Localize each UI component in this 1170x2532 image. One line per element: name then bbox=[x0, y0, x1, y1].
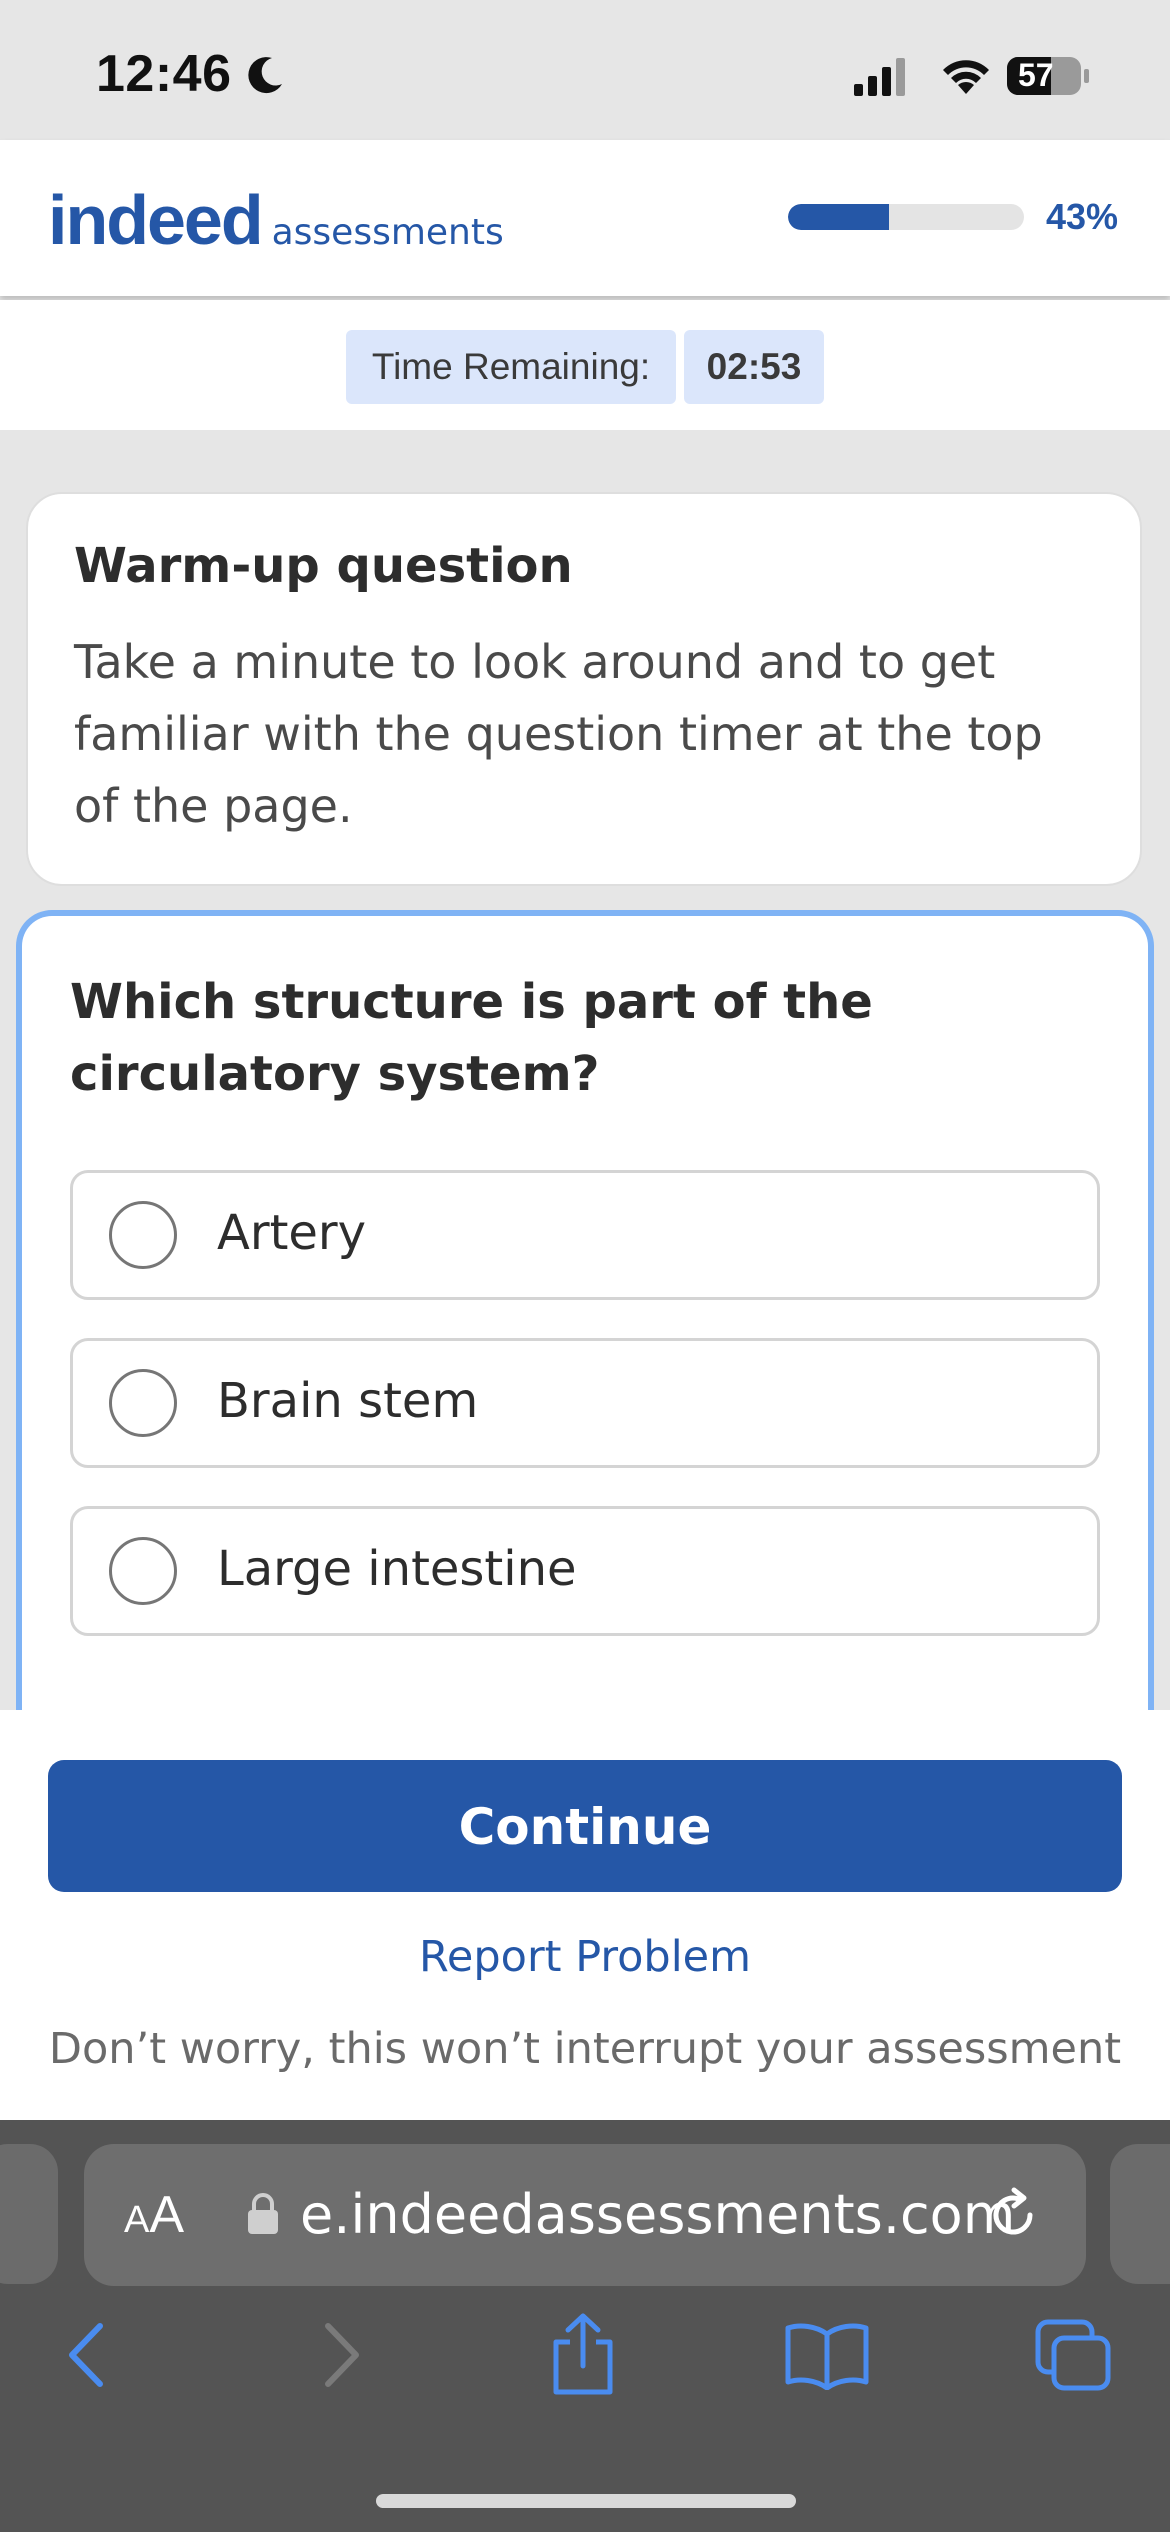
forward-icon[interactable] bbox=[316, 2320, 366, 2390]
reload-icon[interactable] bbox=[984, 2186, 1042, 2244]
option-label: Brain stem bbox=[217, 1373, 479, 1429]
timer-value: 02:53 bbox=[684, 330, 824, 404]
report-problem-link[interactable]: Report Problem bbox=[0, 1932, 1170, 1982]
question-text: Which structure is part of the circulato… bbox=[70, 974, 873, 1102]
aa-small-letter: A bbox=[124, 2199, 150, 2241]
radio-button[interactable] bbox=[109, 1537, 177, 1605]
home-indicator bbox=[376, 2494, 796, 2508]
browser-chrome: AA e.indeedassessments.com bbox=[0, 2120, 1170, 2532]
answer-option-brain-stem[interactable]: Brain stem bbox=[70, 1338, 1100, 1468]
app-header: indeed assessments 43% bbox=[0, 140, 1170, 296]
answer-option-artery[interactable]: Artery bbox=[70, 1170, 1100, 1300]
reader-settings-button[interactable]: AA bbox=[124, 2144, 184, 2286]
share-icon[interactable] bbox=[548, 2312, 618, 2396]
tabs-icon[interactable] bbox=[1034, 2318, 1114, 2394]
moon-icon bbox=[248, 57, 282, 94]
status-bar: 12:46 57 bbox=[0, 0, 1170, 140]
wifi-icon bbox=[943, 60, 989, 94]
radio-button[interactable] bbox=[109, 1201, 177, 1269]
next-tab-preview[interactable] bbox=[1110, 2144, 1170, 2284]
option-label: Artery bbox=[217, 1205, 367, 1261]
continue-button[interactable]: Continue bbox=[48, 1760, 1122, 1892]
status-time: 12:46 bbox=[96, 45, 232, 103]
address-bar[interactable]: AA e.indeedassessments.com bbox=[84, 2144, 1086, 2286]
action-area: Continue Report Problem Don’t worry, thi… bbox=[0, 1710, 1170, 2120]
aa-large-letter: A bbox=[149, 2186, 185, 2244]
radio-button[interactable] bbox=[109, 1369, 177, 1437]
progress-bar bbox=[788, 204, 1024, 230]
previous-tab-preview[interactable] bbox=[0, 2144, 58, 2284]
progress-bar-fill bbox=[788, 204, 890, 230]
indeed-logo[interactable]: indeed assessments bbox=[48, 180, 504, 260]
timer-strip: Time Remaining: 02:53 bbox=[0, 300, 1170, 430]
warmup-description: Take a minute to look around and to get … bbox=[74, 635, 1043, 833]
answer-option-large-intestine[interactable]: Large intestine bbox=[70, 1506, 1100, 1636]
lock-icon bbox=[248, 2193, 278, 2234]
logo-sub-text: assessments bbox=[271, 212, 504, 253]
warmup-title: Warm-up question bbox=[74, 538, 573, 594]
question-card: Which structure is part of the circulato… bbox=[16, 910, 1154, 1710]
back-icon[interactable] bbox=[62, 2320, 112, 2390]
reassurance-text: Don’t worry, this won’t interrupt your a… bbox=[48, 2024, 1122, 2074]
logo-main-text: indeed bbox=[48, 181, 264, 259]
bookmarks-icon[interactable] bbox=[784, 2320, 870, 2390]
signal-icon bbox=[854, 58, 905, 96]
warmup-card: Warm-up question Take a minute to look a… bbox=[26, 492, 1142, 886]
progress-percent: 43% bbox=[1046, 196, 1119, 237]
timer-label: Time Remaining: bbox=[346, 330, 676, 404]
battery-level: 57 bbox=[1018, 57, 1054, 93]
url-text[interactable]: e.indeedassessments.com bbox=[300, 2144, 1015, 2286]
option-label: Large intestine bbox=[217, 1541, 577, 1597]
